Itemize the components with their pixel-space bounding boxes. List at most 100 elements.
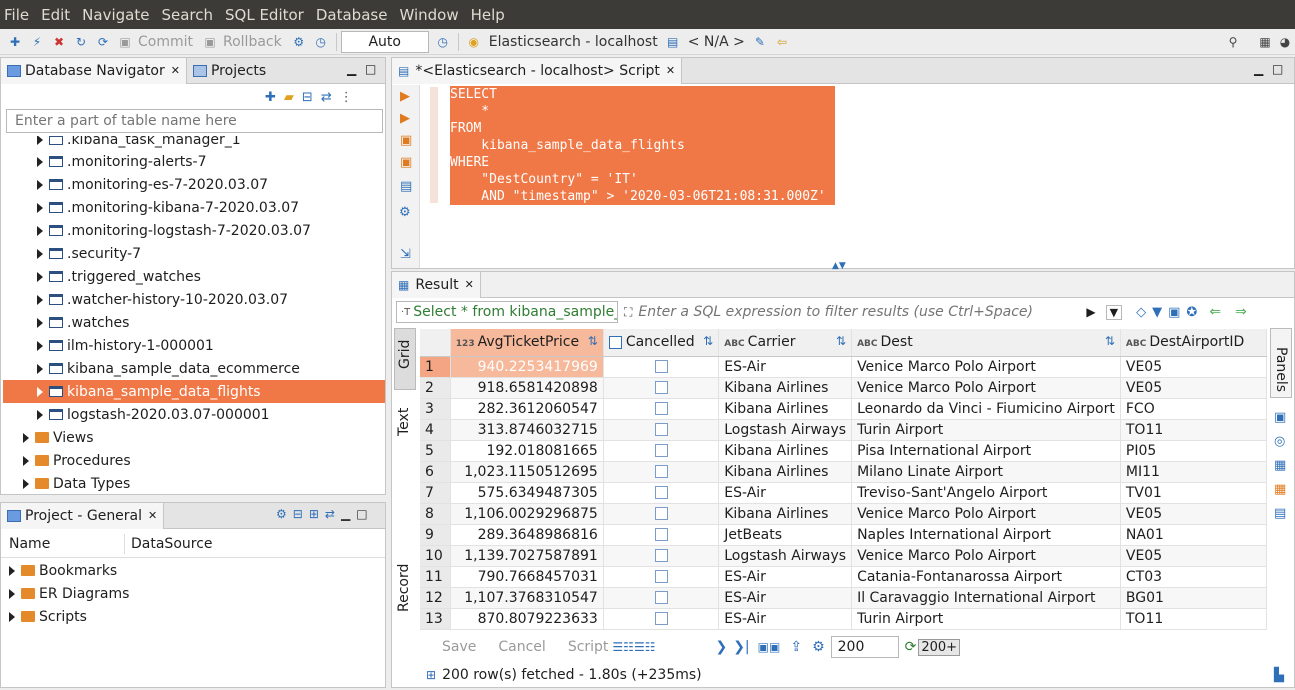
cancelled-cell[interactable] — [603, 524, 720, 546]
active-datasource-select[interactable]: Elasticsearch - localhost — [489, 34, 658, 50]
disconnect-icon[interactable]: ✖ — [51, 34, 67, 50]
tree-item-index[interactable]: .monitoring-kibana-7-2020.03.07 — [37, 196, 299, 219]
expand-icon[interactable]: ⊞ — [309, 507, 319, 521]
result-filter-input[interactable] — [638, 301, 1083, 323]
row-number-cell[interactable]: 4 — [420, 419, 451, 441]
export-results-icon[interactable]: ⇪ — [790, 639, 802, 655]
row-number-cell[interactable]: 2 — [420, 377, 451, 399]
carrier-cell[interactable]: ES-Air — [718, 587, 853, 609]
clear-filter-icon[interactable]: ◇ — [1136, 305, 1146, 320]
tree-folder-data-types[interactable]: Data Types — [23, 472, 130, 494]
refresh-results-icon[interactable]: ✪ — [1186, 305, 1197, 320]
cancel-button[interactable]: Cancel — [498, 639, 545, 655]
row-number-cell[interactable]: 8 — [420, 503, 451, 525]
col-name-header[interactable]: Name — [9, 536, 50, 552]
new-connection-icon[interactable]: ✚ — [265, 90, 276, 105]
dest-cell[interactable]: Venice Marco Polo Airport — [851, 545, 1121, 567]
cancelled-cell[interactable] — [603, 503, 720, 525]
table-row[interactable]: 10 1,139.7027587891 Logstash Airways Venice… — [420, 545, 1267, 567]
col-datasource-header[interactable]: DataSource — [131, 536, 213, 552]
column-filter-icon[interactable]: ⇅ — [1105, 334, 1115, 348]
tree-folder-procedures[interactable]: Procedures — [23, 449, 131, 472]
dest-cell[interactable]: Venice Marco Polo Airport — [851, 377, 1121, 399]
avgticketprice-cell[interactable]: 282.3612060547 — [450, 398, 604, 420]
save-button[interactable]: Save — [442, 639, 476, 655]
avgticketprice-cell[interactable]: 940.2253417969 — [450, 356, 604, 378]
cancelled-checkbox[interactable] — [654, 570, 668, 583]
tree-item-index-selected[interactable]: kibana_sample_data_flights — [3, 380, 385, 403]
cancelled-cell[interactable] — [603, 356, 720, 378]
column-filter-icon[interactable]: ⇅ — [588, 334, 598, 348]
tree-item-index[interactable]: .watches — [37, 311, 129, 334]
link-icon[interactable]: ⇄ — [325, 507, 335, 521]
edit-row-icons[interactable]: ☰☷☰☷ — [612, 640, 655, 654]
script-button[interactable]: Script — [568, 639, 609, 655]
row-number-cell[interactable]: 5 — [420, 440, 451, 462]
avgticketprice-cell[interactable]: 1,023.1150512695 — [450, 461, 604, 483]
cancelled-cell[interactable] — [603, 440, 720, 462]
next-icon[interactable]: ⇒ — [1235, 304, 1247, 320]
cancelled-checkbox[interactable] — [654, 612, 668, 625]
dest-cell[interactable]: Naples International Airport — [851, 524, 1121, 546]
tab-result[interactable]: ▦ Result ✕ — [392, 271, 481, 298]
references-panel-icon[interactable]: ▤ — [1274, 506, 1286, 521]
table-row[interactable]: 13 870.8079223633 ES-Air Turin Airport TO11 — [420, 608, 1267, 630]
grid-settings-icon[interactable]: ⚙ — [812, 639, 825, 655]
calc-panel-icon[interactable]: ▦ — [1274, 482, 1286, 497]
carrier-cell[interactable]: ES-Air — [718, 482, 853, 504]
cancelled-cell[interactable] — [603, 566, 720, 588]
panels-toggle[interactable]: Panels — [1270, 328, 1292, 398]
table-row[interactable]: 7 575.6349487305 ES-Air Treviso-Sant'Angelo… — [420, 482, 1267, 504]
row-number-cell[interactable]: 13 — [420, 608, 451, 630]
invalidate-icon[interactable]: ⟳ — [95, 34, 111, 50]
carrier-cell[interactable]: Kibana Airlines — [718, 377, 853, 399]
avgticketprice-cell[interactable]: 870.8079223633 — [450, 608, 604, 630]
dest-cell[interactable]: Turin Airport — [851, 419, 1121, 441]
close-icon[interactable]: ✕ — [666, 64, 675, 77]
tree-item-index[interactable]: .monitoring-es-7-2020.03.07 — [37, 173, 268, 196]
view-menu-icon[interactable]: ⋮ — [340, 90, 353, 105]
connect-icon[interactable]: ⚡ — [29, 34, 45, 50]
menu-edit[interactable]: Edit — [41, 6, 70, 24]
cancelled-checkbox[interactable] — [654, 528, 668, 541]
table-row[interactable]: 2 918.6581420898 Kibana Airlines Venice Mar… — [420, 377, 1267, 399]
tree-item-index[interactable]: ilm-history-1-000001 — [37, 334, 214, 357]
tree-item-index[interactable]: kibana_sample_data_ecommerce — [37, 357, 300, 380]
minimize-icon[interactable]: ▁ — [1254, 62, 1263, 76]
avgticketprice-cell[interactable]: 790.7668457031 — [450, 566, 604, 588]
fetch-more-button[interactable]: 200+ — [918, 638, 961, 656]
table-row[interactable]: 12 1,107.3768310547 ES-Air Il Caravaggio In… — [420, 587, 1267, 609]
maximize-icon[interactable]: □ — [1272, 62, 1283, 76]
carrier-cell[interactable]: Kibana Airlines — [718, 398, 853, 420]
tree-item-index[interactable]: .watcher-history-10-2020.03.07 — [37, 288, 288, 311]
cancelled-checkbox[interactable] — [654, 381, 668, 394]
column-header-avgticketprice[interactable]: 123 AvgTicketPrice ⇅ — [450, 329, 604, 357]
commit-button[interactable]: Commit — [138, 34, 193, 50]
execute-script-new-tab-icon[interactable]: ▣ — [400, 155, 412, 170]
explain-plan-icon[interactable]: ▤ — [400, 179, 412, 194]
save-filter-icon[interactable]: ▣ — [1168, 305, 1180, 320]
column-filter-icon[interactable]: ⇅ — [836, 334, 846, 348]
perspective-icon[interactable]: ▦ — [1257, 34, 1273, 50]
side-tab-grid[interactable]: Grid — [394, 328, 416, 390]
cancelled-cell[interactable] — [603, 587, 720, 609]
side-tab-text[interactable]: Text — [394, 404, 416, 460]
table-row[interactable]: 11 790.7668457031 ES-Air Catania-Fontanaros… — [420, 566, 1267, 588]
cancelled-cell[interactable] — [603, 545, 720, 567]
configure-icon[interactable]: ⚙ — [276, 507, 287, 521]
row-number-cell[interactable]: 11 — [420, 566, 451, 588]
destairportid-cell[interactable]: PI05 — [1120, 440, 1267, 462]
dest-cell[interactable]: Leonardo da Vinci - Fiumicino Airport — [851, 398, 1121, 420]
cancelled-checkbox[interactable] — [654, 402, 668, 415]
table-row[interactable]: 9 289.3648986816 JetBeats Naples Internatio… — [420, 524, 1267, 546]
tree-item-index[interactable]: .security-7 — [37, 242, 141, 265]
avgticketprice-cell[interactable]: 575.6349487305 — [450, 482, 604, 504]
carrier-cell[interactable]: Kibana Airlines — [718, 461, 853, 483]
row-number-cell[interactable]: 3 — [420, 398, 451, 420]
metadata-panel-icon[interactable]: ◎ — [1274, 434, 1285, 449]
cancelled-cell[interactable] — [603, 377, 720, 399]
dest-cell[interactable]: Milano Linate Airport — [851, 461, 1121, 483]
new-folder-icon[interactable]: ▰ — [284, 90, 294, 105]
tree-item-index[interactable]: .monitoring-logstash-7-2020.03.07 — [37, 219, 311, 242]
destairportid-cell[interactable]: FCO — [1120, 398, 1267, 420]
